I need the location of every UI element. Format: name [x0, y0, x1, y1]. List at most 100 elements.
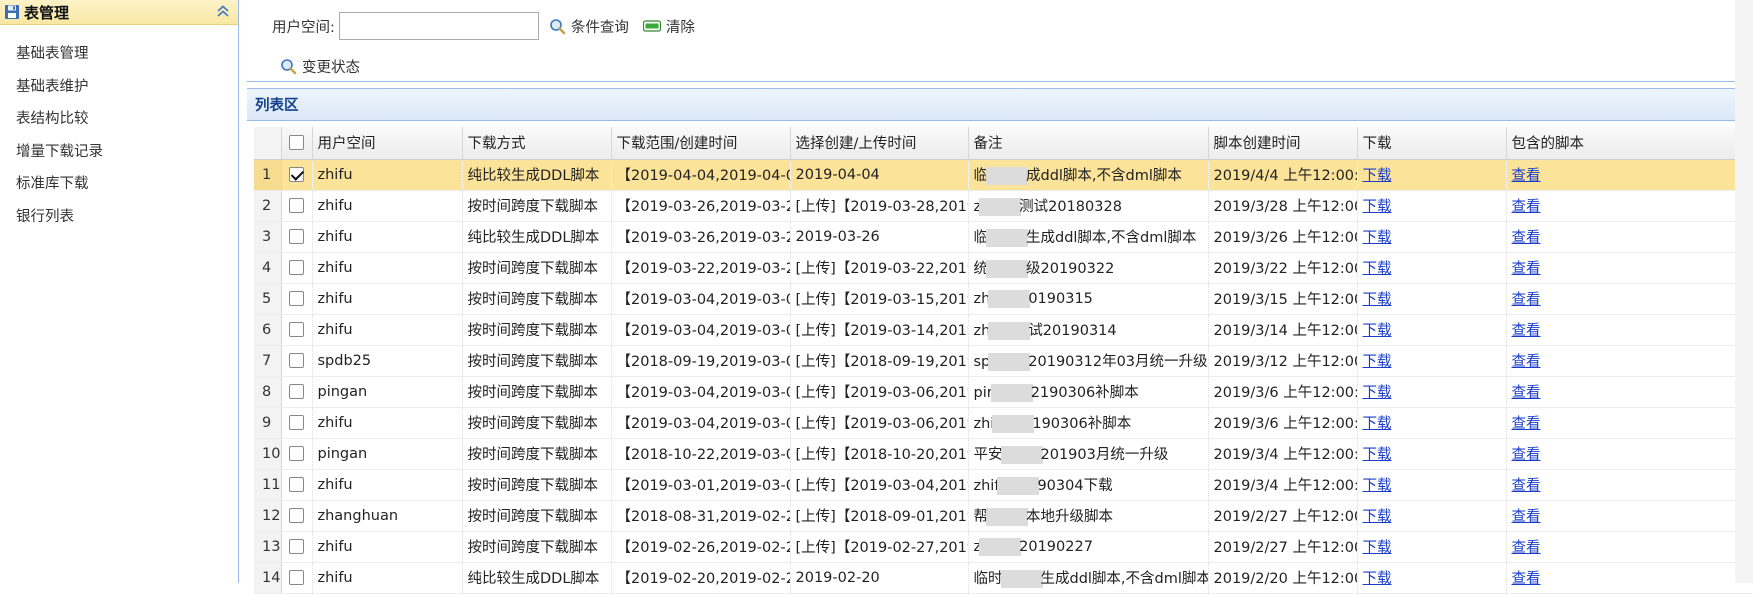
table-row[interactable]: 11 zhifu按时间跨度下载脚本【2019-03-01,2019-03-04】[…: [254, 469, 1753, 501]
download-link[interactable]: 下载: [1363, 385, 1392, 401]
row-select-cell[interactable]: [281, 345, 313, 377]
table-row[interactable]: 2 zhifu按时间跨度下载脚本【2019-03-26,2019-03-26】[上…: [254, 190, 1753, 222]
column-header[interactable]: 下载范围/创建时间: [611, 127, 791, 160]
row-checkbox[interactable]: [289, 322, 304, 337]
table-row[interactable]: 9 zhifu按时间跨度下载脚本【2019-03-04,2019-03-04】[上…: [254, 407, 1753, 439]
sidebar-item-incremental-download-records[interactable]: 增量下载记录: [0, 142, 238, 175]
table-row[interactable]: 8 pingan按时间跨度下载脚本【2019-03-04,2019-03-04】[…: [254, 376, 1753, 408]
sidebar-item-table-structure-compare[interactable]: 表结构比较: [0, 109, 238, 142]
column-header[interactable]: 备注: [968, 127, 1209, 160]
view-scripts-link[interactable]: 查看: [1512, 168, 1541, 184]
row-checkbox[interactable]: [289, 353, 304, 368]
row-checkbox[interactable]: [289, 508, 304, 523]
download-link[interactable]: 下载: [1363, 540, 1392, 556]
change-status-button[interactable]: 变更状态: [280, 56, 360, 77]
download-link[interactable]: 下载: [1363, 416, 1392, 432]
chevron-double-up-icon[interactable]: [216, 4, 230, 21]
vertical-scrollbar[interactable]: [1735, 0, 1753, 583]
row-select-cell[interactable]: [281, 438, 313, 470]
row-select-cell[interactable]: [281, 407, 313, 439]
row-checkbox[interactable]: [289, 291, 304, 306]
row-checkbox[interactable]: [289, 229, 304, 244]
table-row[interactable]: 14 zhifu纯比较生成DDL脚本【2019-02-20,2019-02-20】…: [254, 562, 1753, 594]
view-scripts-link[interactable]: 查看: [1512, 416, 1541, 432]
row-checkbox[interactable]: [289, 198, 304, 213]
download-link[interactable]: 下载: [1363, 168, 1392, 184]
download-link[interactable]: 下载: [1363, 478, 1392, 494]
column-header[interactable]: 选择创建/上传时间: [790, 127, 969, 160]
row-checkbox[interactable]: [289, 260, 304, 275]
sidebar-header[interactable]: 表管理: [0, 0, 238, 25]
table-row[interactable]: 6 zhifu按时间跨度下载脚本【2019-03-04,2019-03-04】[上…: [254, 314, 1753, 346]
table-row[interactable]: 10 pingan按时间跨度下载脚本【2018-10-22,2019-03-04】…: [254, 438, 1753, 470]
row-select-cell[interactable]: [281, 562, 313, 594]
user-space-input[interactable]: [338, 12, 539, 40]
row-checkbox[interactable]: [289, 477, 304, 492]
column-header[interactable]: 下载方式: [462, 127, 612, 160]
row-select-cell[interactable]: [281, 159, 313, 191]
row-select-cell[interactable]: [281, 469, 313, 501]
view-scripts-link[interactable]: 查看: [1512, 292, 1541, 308]
row-select-cell[interactable]: [281, 314, 313, 346]
note-suffix: 本地升级脚本: [1026, 509, 1113, 525]
sidebar-item-basic-table-management[interactable]: 基础表管理: [0, 44, 238, 77]
cell-script-created: 2019/3/6 上午12:00:00: [1208, 376, 1358, 408]
row-checkbox[interactable]: [289, 446, 304, 461]
view-scripts-link[interactable]: 查看: [1512, 571, 1541, 587]
download-link[interactable]: 下载: [1363, 509, 1392, 525]
row-select-cell[interactable]: [281, 190, 313, 222]
table-row[interactable]: 1zhifu纯比较生成DDL脚本【2019-04-04,2019-04-04】2…: [254, 159, 1753, 191]
row-checkbox[interactable]: [289, 415, 304, 430]
row-number: 12: [254, 500, 282, 532]
view-scripts-link[interactable]: 查看: [1512, 478, 1541, 494]
row-checkbox[interactable]: [289, 167, 304, 182]
row-checkbox[interactable]: [289, 384, 304, 399]
row-select-cell[interactable]: [281, 376, 313, 408]
row-number: 13: [254, 531, 282, 563]
select-all-header[interactable]: [281, 127, 313, 160]
table-row[interactable]: 5 zhifu按时间跨度下载脚本【2019-03-04,2019-03-04】[上…: [254, 283, 1753, 315]
column-header[interactable]: 脚本创建时间: [1208, 127, 1358, 160]
column-header[interactable]: 下载: [1357, 127, 1507, 160]
view-scripts-link[interactable]: 查看: [1512, 385, 1541, 401]
view-scripts-link[interactable]: 查看: [1512, 540, 1541, 556]
cell-scripts: 查看: [1506, 159, 1753, 191]
cell-scripts: 查看: [1506, 190, 1753, 222]
row-select-cell[interactable]: [281, 252, 313, 284]
download-link[interactable]: 下载: [1363, 354, 1392, 370]
table-row[interactable]: 13 zhifu按时间跨度下载脚本【2019-02-26,2019-02-26】[…: [254, 531, 1753, 563]
view-scripts-link[interactable]: 查看: [1512, 447, 1541, 463]
sidebar-item-standard-library-download[interactable]: 标准库下载: [0, 174, 238, 207]
view-scripts-link[interactable]: 查看: [1512, 354, 1541, 370]
download-link[interactable]: 下载: [1363, 571, 1392, 587]
table-row[interactable]: 4 zhifu按时间跨度下载脚本【2019-03-22,2019-03-22】[上…: [254, 252, 1753, 284]
sidebar-item-bank-list[interactable]: 银行列表: [0, 207, 238, 240]
download-link[interactable]: 下载: [1363, 261, 1392, 277]
select-all-checkbox[interactable]: [289, 135, 304, 151]
row-select-cell[interactable]: [281, 221, 313, 253]
table-row[interactable]: 12 zhanghuan 按时间跨度下载脚本 【2018-08-31,2019-02-…: [254, 500, 1753, 532]
row-select-cell[interactable]: [281, 283, 313, 315]
row-checkbox[interactable]: [289, 539, 304, 554]
cell-download-method: 按时间跨度下载脚本: [462, 438, 612, 470]
view-scripts-link[interactable]: 查看: [1512, 261, 1541, 277]
row-select-cell[interactable]: [281, 531, 313, 563]
view-scripts-link[interactable]: 查看: [1512, 199, 1541, 215]
view-scripts-link[interactable]: 查看: [1512, 323, 1541, 339]
column-header[interactable]: 用户空间: [312, 127, 463, 160]
column-header[interactable]: 包含的脚本: [1506, 127, 1753, 160]
download-link[interactable]: 下载: [1363, 199, 1392, 215]
download-link[interactable]: 下载: [1363, 230, 1392, 246]
cell-scripts: 查看: [1506, 500, 1753, 532]
clear-button[interactable]: 清除: [642, 16, 695, 37]
table-row[interactable]: 7 spdb25按时间跨度下载脚本【2018-09-19,2019-03-04】[…: [254, 345, 1753, 377]
download-link[interactable]: 下载: [1363, 292, 1392, 308]
view-scripts-link[interactable]: 查看: [1512, 509, 1541, 525]
table-row[interactable]: 3zhifu纯比较生成DDL脚本【2019-03-26,2019-03-26】2…: [254, 221, 1753, 253]
query-button[interactable]: 条件查询: [549, 16, 629, 37]
view-scripts-link[interactable]: 查看: [1512, 230, 1541, 246]
sidebar-item-basic-table-maintenance[interactable]: 基础表维护: [0, 77, 238, 110]
download-link[interactable]: 下载: [1363, 323, 1392, 339]
download-link[interactable]: 下载: [1363, 447, 1392, 463]
row-select-cell[interactable]: [281, 500, 313, 532]
